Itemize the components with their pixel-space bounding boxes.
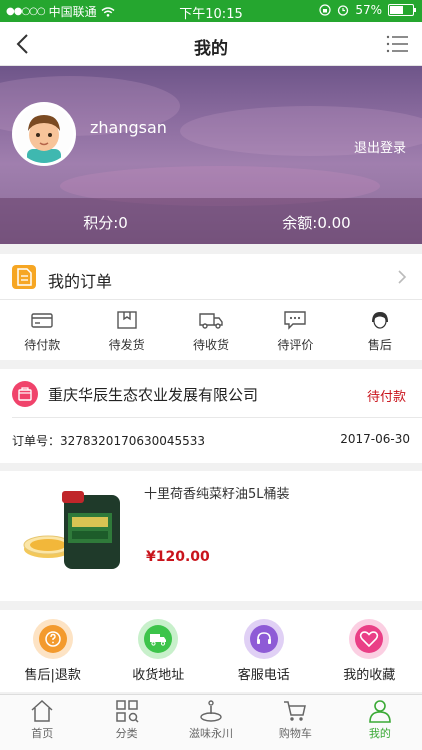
my-favorites-button[interactable]: 我的收藏 (317, 610, 422, 692)
tab-label: 首页 (31, 727, 54, 740)
chevron-right-icon (398, 270, 407, 284)
avatar[interactable] (12, 102, 76, 166)
tab-after-sales[interactable]: 售后 (338, 310, 422, 360)
customer-service-button[interactable]: 客服电话 (211, 610, 317, 692)
order-list-icon (12, 265, 36, 289)
tab-pending-payment[interactable]: 待付款 (0, 310, 84, 360)
product-image (23, 491, 120, 569)
service-label: 售后|退款 (24, 668, 81, 683)
my-orders-header[interactable]: 我的订单 (0, 254, 422, 300)
tab-category[interactable]: 分类 (84, 695, 168, 750)
product-price: ¥120.00 (146, 549, 210, 565)
after-sales-refund-button[interactable]: 售后|退款 (0, 610, 106, 692)
comment-icon (284, 311, 307, 330)
battery-icon (388, 4, 416, 16)
order-status: 待付款 (366, 390, 406, 405)
tab-label: 待收货 (193, 338, 230, 352)
icon-circle (349, 619, 390, 659)
service-label: 我的收藏 (343, 668, 396, 683)
menu-list-icon[interactable] (386, 34, 408, 54)
username: zhangsan (90, 118, 167, 137)
tab-label: 待发货 (108, 338, 145, 352)
product-name: 十里荷香纯菜籽油5L桶装 (144, 487, 290, 502)
truck-icon (199, 313, 223, 329)
shop-icon (12, 381, 38, 407)
status-bar: ●●○○○ 中国联通 下午10:15 57% (0, 0, 422, 22)
page-title: 我的 (194, 39, 228, 59)
nav-bar: 我的 (0, 22, 422, 66)
service-label: 收货地址 (132, 668, 185, 683)
bottom-tab-bar: 首页 分类 滋味永川 购物车 我的 (0, 694, 422, 750)
shipping-address-button[interactable]: 收货地址 (106, 610, 212, 692)
tab-label: 待付款 (24, 338, 61, 352)
profile-header: zhangsan 退出登录 积分:0 余额:0.00 (0, 66, 422, 244)
tab-label: 购物车 (278, 727, 312, 740)
lock-rotation-icon (319, 4, 331, 16)
divider (12, 417, 422, 418)
shop-name: 重庆华辰生态农业发展有限公司 (48, 386, 259, 404)
icon-circle (243, 619, 284, 659)
truck-icon (144, 625, 173, 653)
wallet-icon (31, 313, 53, 328)
battery-percent: 57% (355, 3, 382, 17)
tab-local-flavor[interactable]: 滋味永川 (169, 695, 253, 750)
tab-pending-review[interactable]: 待评价 (253, 310, 337, 360)
headset-icon (249, 625, 278, 653)
tab-pending-shipment[interactable]: 待发货 (84, 310, 168, 360)
tab-label: 售后 (367, 338, 392, 352)
user-icon (369, 700, 391, 723)
order-date: 2017-06-30 (340, 432, 410, 446)
cart-icon (284, 701, 307, 721)
points-value[interactable]: 积分:0 (0, 212, 211, 233)
tab-label: 分类 (115, 727, 138, 740)
tab-label: 待评价 (277, 338, 314, 352)
tab-label: 我的 (368, 727, 391, 740)
order-card[interactable]: 重庆华辰生态农业发展有限公司 待付款 订单号：32783201706300455… (0, 369, 422, 463)
category-icon (115, 700, 139, 723)
order-status-tabs: 待付款 待发货 待收货 待评价 售后 (0, 310, 422, 360)
tab-cart[interactable]: 购物车 (253, 695, 337, 750)
icon-circle (32, 619, 73, 659)
home-icon (31, 699, 53, 722)
order-number: 订单号：3278320170630045533 (12, 434, 206, 448)
package-icon (116, 311, 137, 329)
tab-home[interactable]: 首页 (0, 695, 84, 750)
local-icon (200, 700, 222, 722)
headset-icon (371, 312, 388, 329)
service-shortcuts: 售后|退款 收货地址 客服电话 我的收藏 (0, 610, 422, 692)
alarm-icon (338, 5, 349, 16)
tab-label: 滋味永川 (189, 727, 234, 740)
logout-button[interactable]: 退出登录 (354, 137, 406, 156)
tab-pending-receipt[interactable]: 待收货 (169, 310, 253, 360)
avatar-image (15, 105, 73, 163)
question-icon (38, 625, 67, 653)
my-orders-card: 我的订单 待付款 待发货 待收货 待评价 售后 (0, 254, 422, 360)
balance-value[interactable]: 余额:0.00 (211, 212, 422, 233)
account-stats: 积分:0 余额:0.00 (0, 198, 422, 244)
icon-circle (138, 619, 179, 659)
service-label: 客服电话 (237, 668, 290, 683)
product-item[interactable]: 十里荷香纯菜籽油5L桶装 ¥120.00 (0, 471, 422, 601)
tab-mine[interactable]: 我的 (338, 695, 422, 750)
my-orders-title: 我的订单 (48, 272, 113, 291)
heart-icon (355, 625, 384, 653)
